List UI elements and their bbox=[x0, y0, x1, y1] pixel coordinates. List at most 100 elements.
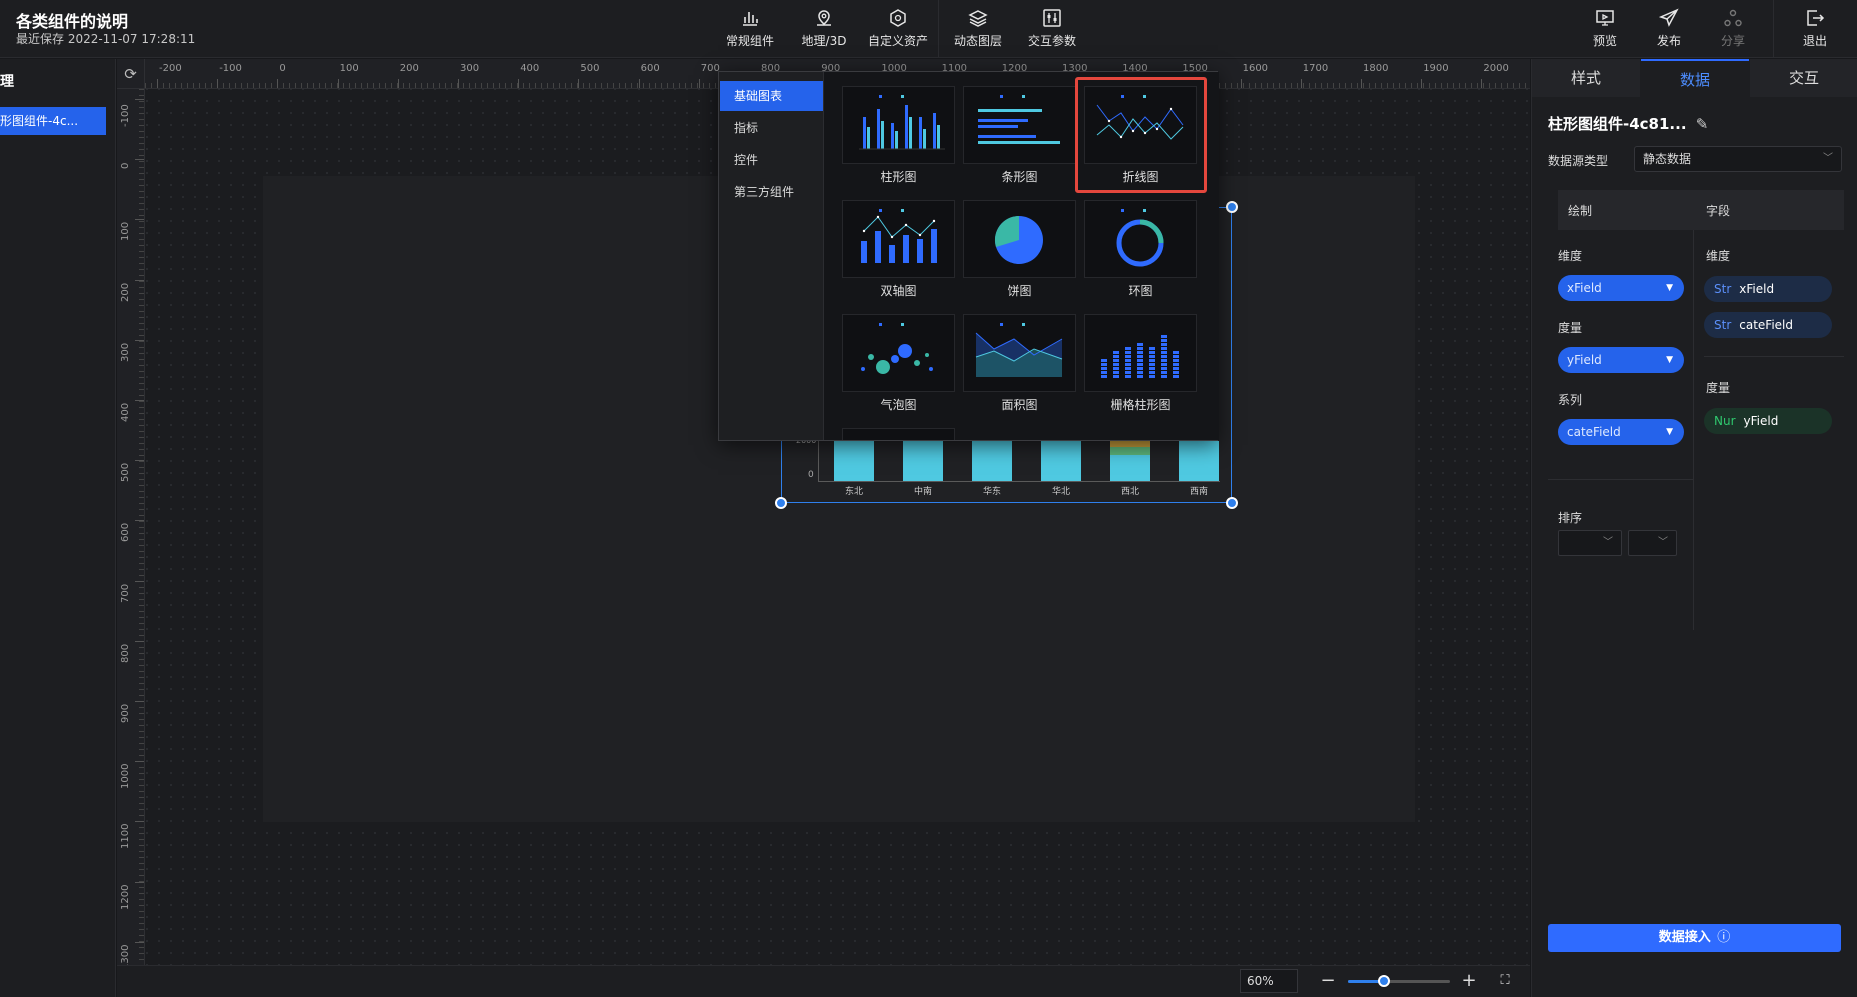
tab-data[interactable]: 数据 bbox=[1641, 59, 1749, 97]
ruler-tick-label: 0 bbox=[120, 162, 131, 170]
chart-bar bbox=[1041, 441, 1081, 481]
category-third-party[interactable]: 第三方组件 bbox=[720, 177, 823, 207]
action-label: 退出 bbox=[1802, 34, 1827, 48]
tool-geo-3d[interactable]: 地理/3D bbox=[792, 6, 856, 49]
thumb-pie-chart[interactable] bbox=[963, 200, 1076, 278]
layer-item-selected[interactable]: 形图组件-4c... bbox=[0, 107, 106, 135]
thumb-bubble-chart[interactable] bbox=[842, 314, 955, 392]
component-label: 栅格柱形图 bbox=[1110, 398, 1171, 412]
component-label: 面积图 bbox=[1001, 398, 1038, 412]
fit-screen-icon[interactable]: ⛶ bbox=[1495, 969, 1515, 993]
resize-handle[interactable] bbox=[1226, 201, 1238, 213]
ruler-tick bbox=[638, 79, 640, 88]
measure-label: 度量 bbox=[1558, 321, 1583, 335]
reset-view-icon[interactable]: ⟳ bbox=[117, 59, 145, 89]
ruler-tick-label: 1100 bbox=[120, 823, 131, 850]
ruler-tick-label: 1200 bbox=[120, 884, 131, 910]
x-axis-label: 中南 bbox=[913, 487, 932, 497]
thumb-horizontal-bar-chart[interactable] bbox=[963, 86, 1076, 164]
zoom-out-button[interactable]: − bbox=[1318, 969, 1338, 993]
monitor-icon bbox=[1596, 10, 1614, 26]
thumb-more[interactable] bbox=[842, 428, 955, 440]
thumb-dual-axis-chart[interactable] bbox=[842, 200, 955, 278]
ruler-tick bbox=[135, 400, 144, 401]
page-title: 各类组件的说明 bbox=[16, 12, 129, 31]
thumb-donut-chart[interactable] bbox=[1084, 200, 1197, 278]
preview-button[interactable]: 预览 bbox=[1573, 6, 1637, 49]
ruler-tick-label: 200 bbox=[120, 282, 131, 302]
ruler-tick bbox=[135, 580, 144, 582]
chevron-down-icon: ﹀ bbox=[1603, 537, 1613, 548]
resize-handle[interactable] bbox=[775, 497, 787, 509]
ruler-tick-label: -100 bbox=[219, 63, 242, 74]
ruler-tick-label: 1000 bbox=[120, 763, 131, 790]
ruler-tick-label: 700 bbox=[120, 583, 131, 603]
data-connect-button[interactable]: 数据接入 ⓘ bbox=[1548, 924, 1841, 952]
exit-button[interactable]: 退出 bbox=[1783, 6, 1847, 49]
thumb-grid-bar-chart[interactable] bbox=[1084, 314, 1197, 392]
sort-order-select[interactable]: ﹀ bbox=[1628, 530, 1677, 556]
y-field-value: yField bbox=[1567, 353, 1602, 367]
ruler-tick-label: 1700 bbox=[1302, 63, 1329, 74]
y-field-dropzone[interactable]: yField ▼ bbox=[1558, 347, 1684, 373]
field-name: yField bbox=[1743, 414, 1779, 428]
sort-field-select[interactable]: ﹀ bbox=[1558, 530, 1622, 556]
field-chip-catefield[interactable]: Str cateField bbox=[1704, 312, 1832, 338]
hexagon-icon bbox=[890, 9, 906, 27]
chart-bar bbox=[972, 441, 1012, 481]
category-indicators[interactable]: 指标 bbox=[720, 113, 823, 143]
ruler-tick bbox=[135, 761, 144, 763]
tool-label: 自定义资产 bbox=[867, 34, 928, 48]
tool-custom-assets[interactable]: 自定义资产 bbox=[866, 6, 930, 49]
line-chart-highlight-box bbox=[1075, 77, 1207, 193]
component-label: 饼图 bbox=[1007, 284, 1032, 298]
ruler-tick-label: 2000 bbox=[1483, 63, 1509, 74]
top-bar: 各类组件的说明 最近保存 2022-11-07 17:28:11 常规组件 地理… bbox=[0, 0, 1857, 58]
ruler-tick bbox=[1421, 79, 1423, 88]
edit-icon[interactable]: ✎ bbox=[1696, 115, 1709, 133]
ruler-tick bbox=[1300, 79, 1302, 88]
ruler-tick bbox=[458, 79, 459, 88]
publish-button[interactable]: 发布 bbox=[1637, 6, 1701, 49]
caret-down-icon: ▼ bbox=[1666, 355, 1673, 365]
ruler-tick bbox=[1361, 79, 1362, 88]
zoom-level-input[interactable]: 60% bbox=[1240, 969, 1298, 993]
map-pin-icon bbox=[817, 10, 831, 26]
ruler-tick bbox=[135, 941, 144, 943]
share-button[interactable]: 分享 bbox=[1701, 6, 1765, 49]
thumb-area-chart[interactable] bbox=[963, 314, 1076, 392]
draw-column-header: 绘制 bbox=[1568, 204, 1593, 218]
ruler-tick bbox=[135, 219, 144, 221]
category-basic-charts[interactable]: 基础图表 bbox=[720, 81, 823, 111]
zoom-slider-handle[interactable] bbox=[1377, 975, 1390, 987]
ruler-tick-label: 0 bbox=[279, 63, 286, 74]
chart-bar bbox=[903, 441, 943, 481]
thumb-bar-chart[interactable] bbox=[842, 86, 955, 164]
tab-interaction[interactable]: 交互 bbox=[1750, 59, 1857, 97]
ruler-tick bbox=[135, 99, 144, 100]
ruler-tick-label: 900 bbox=[120, 703, 131, 723]
series-field-dropzone[interactable]: cateField ▼ bbox=[1558, 419, 1684, 445]
x-field-dropzone[interactable]: xField ▼ bbox=[1558, 275, 1684, 301]
action-label: 发布 bbox=[1656, 34, 1681, 48]
field-chip-xfield[interactable]: Str xField bbox=[1704, 276, 1832, 302]
zoom-in-button[interactable]: + bbox=[1459, 969, 1479, 993]
field-chip-yfield[interactable]: Nur yField bbox=[1704, 408, 1832, 434]
category-controls[interactable]: 控件 bbox=[720, 145, 823, 175]
zoom-slider[interactable] bbox=[1348, 975, 1450, 987]
layer-panel: 理 形图组件-4c... bbox=[0, 59, 116, 997]
tool-dynamic-layers[interactable]: 动态图层 bbox=[946, 6, 1010, 49]
chart-bar bbox=[1110, 441, 1150, 481]
data-source-select[interactable]: 静态数据 ﹀ bbox=[1634, 146, 1842, 172]
x-axis-label: 华北 bbox=[1051, 487, 1070, 497]
component-label: 双轴图 bbox=[880, 284, 917, 298]
chart-bar bbox=[834, 441, 874, 481]
tool-interaction-params[interactable]: 交互参数 bbox=[1020, 6, 1084, 49]
tool-general-components[interactable]: 常规组件 bbox=[718, 6, 782, 49]
resize-handle[interactable] bbox=[1226, 497, 1238, 509]
field-type-badge: Str bbox=[1714, 282, 1732, 296]
column-divider bbox=[1693, 230, 1694, 630]
tab-style[interactable]: 样式 bbox=[1532, 59, 1640, 97]
sort-label: 排序 bbox=[1558, 511, 1583, 525]
data-connect-label: 数据接入 bbox=[1658, 930, 1711, 945]
